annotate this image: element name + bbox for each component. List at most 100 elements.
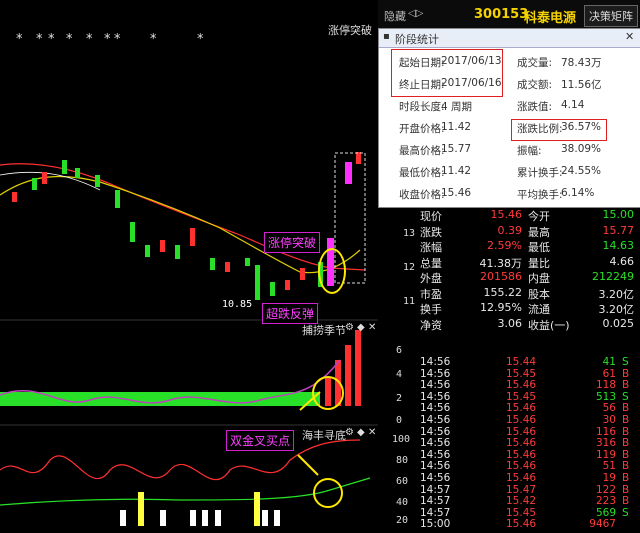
kdj-scale-label: 20 — [396, 515, 409, 526]
quote-row: 涨幅 2.59% 最低 14.63 — [420, 239, 640, 254]
quote-value: 15.00 — [602, 208, 635, 221]
stat-label: 开盘价格: — [399, 123, 445, 135]
tick-price: 15.46 — [506, 379, 537, 392]
stock-code: 300153 — [474, 7, 529, 22]
highlight-box — [391, 49, 503, 97]
tick-side: B — [622, 472, 630, 484]
tick-time: 14:57 — [420, 506, 451, 519]
close-icon[interactable]: ✕ — [625, 30, 634, 43]
quote-row: 涨跌 0.39 最高 15.77 — [420, 224, 640, 239]
tick-price: 15.46 — [506, 425, 537, 438]
tick-price: 15.46 — [506, 472, 537, 484]
tick-volume: 51 — [602, 460, 616, 473]
kline-chart-area[interactable]: * * * * * * * * * 涨停突破 涨停突破 超跌反弹 双金叉买点 1… — [0, 0, 378, 529]
close-icon[interactable]: ✕ — [368, 427, 376, 438]
tick-price: 15.45 — [506, 390, 537, 403]
collapse-icon[interactable]: ▪ — [383, 31, 390, 42]
tick-price: 15.45 — [506, 367, 537, 380]
tick-volume: 19 — [602, 472, 616, 484]
kdj-scale-label: 60 — [396, 476, 409, 487]
tick-side: B — [622, 460, 630, 473]
tick-side: B — [622, 448, 630, 461]
tick-volume: 41 — [602, 356, 616, 368]
tick-volume: 122 — [595, 483, 616, 496]
price-scale-label: 13 — [403, 228, 416, 239]
tick-volume: 223 — [595, 495, 616, 508]
tick-price: 15.47 — [506, 483, 537, 496]
tick-side: B — [622, 495, 630, 508]
tick-volume: 116 — [595, 425, 616, 438]
tick-side: B — [622, 402, 630, 415]
gear-icon[interactable]: ⚙ — [345, 427, 354, 438]
tick-price: 15.46 — [506, 414, 537, 426]
stat-label: 成交量: — [517, 57, 553, 69]
tick-volume: 569 — [595, 506, 616, 519]
kdj-scale-label: 100 — [392, 434, 411, 445]
quote-label: 量比 — [528, 256, 550, 270]
tick-side: B — [622, 425, 630, 438]
quote-label: 总量 — [420, 256, 442, 270]
tick-time: 14:56 — [420, 460, 451, 473]
popup-title: 阶段统计 — [395, 33, 439, 46]
prev-next-arrows[interactable]: ◁▷ — [408, 8, 423, 19]
tick-time: 14:57 — [420, 483, 451, 496]
maximize-icon[interactable]: ◆ — [357, 322, 365, 333]
tick-price: 15.46 — [506, 402, 537, 415]
quote-row: 外盘 201586 内盘 212249 — [420, 270, 640, 285]
tick-time: 14:56 — [420, 379, 451, 392]
gear-icon[interactable]: ⚙ — [345, 322, 354, 333]
stat-value: 24.55% — [561, 165, 602, 177]
tick-time: 14:56 — [420, 367, 451, 380]
price-scale-label: 12 — [403, 262, 416, 273]
stat-label: 时段长度: — [399, 101, 445, 113]
quote-label: 外盘 — [420, 272, 442, 285]
stat-value: 4 周期 — [441, 101, 473, 113]
price-scale-label: 11 — [403, 296, 416, 307]
quote-value: 15.77 — [602, 223, 635, 237]
tick-volume: 30 — [602, 414, 616, 426]
tick-price: 15.46 — [506, 437, 537, 450]
quote-value: 3.06 — [497, 316, 523, 330]
period-stats-popup: ▪ 阶段统计 ✕ 起始日期: 2017/06/13 成交量: 78.43万 终止日期: 2… — [378, 28, 640, 208]
tick-volume: 118 — [595, 379, 616, 392]
decision-matrix-button[interactable]: 决策矩阵 — [584, 5, 638, 27]
stock-name: 科泰电源 — [524, 11, 577, 26]
quote-label: 最高 — [528, 225, 550, 239]
tick-row: 15:00 15.46 9467 — [420, 518, 640, 533]
quote-label: 市盈 — [420, 287, 442, 301]
tick-side: S — [622, 506, 629, 519]
kdj-panel-title: 海丰寻底 — [302, 429, 346, 442]
quote-label: 净资 — [420, 318, 442, 332]
quote-value: 0.025 — [602, 316, 635, 330]
highlight-circle — [313, 478, 343, 508]
macd-scale-label: 4 — [396, 369, 403, 380]
quote-label: 内盘 — [528, 272, 550, 285]
tick-time: 14:56 — [420, 390, 451, 403]
candles — [12, 152, 361, 300]
quote-value: 212249 — [592, 270, 634, 283]
quote-row: 现价 15.46 今开 15.00 — [420, 208, 640, 223]
quote-topbar: 隐藏 ◁▷ 300153 科泰电源 决策矩阵 — [378, 0, 640, 31]
hide-button[interactable]: 隐藏 — [384, 8, 406, 24]
stat-label: 累计换手: — [517, 167, 563, 179]
tick-time: 14:56 — [420, 402, 451, 415]
quote-value: 201586 — [480, 270, 522, 283]
highlight-circle — [318, 248, 346, 294]
tick-volume: 119 — [595, 448, 616, 461]
macd-panel-title: 捕捞季节 — [302, 324, 346, 337]
kdj-scale-label: 40 — [396, 497, 409, 508]
tick-time: 14:56 — [420, 356, 451, 368]
maximize-icon[interactable]: ◆ — [357, 427, 365, 438]
quote-label: 今开 — [528, 210, 550, 223]
macd-scale-label: 0 — [396, 415, 403, 426]
tick-side: S — [622, 390, 629, 403]
tick-volume: 513 — [595, 390, 616, 403]
highlight-box — [511, 119, 607, 141]
breakout-annotation: 涨停突破 — [264, 232, 321, 253]
stat-value: 15.77 — [441, 143, 472, 155]
tick-side: S — [622, 356, 629, 368]
close-icon[interactable]: ✕ — [368, 322, 376, 333]
quote-value: 15.46 — [490, 208, 523, 221]
quote-row: 总量 41.38万 量比 4.66 — [420, 255, 640, 270]
popup-titlebar[interactable]: ▪ 阶段统计 ✕ — [379, 29, 640, 48]
